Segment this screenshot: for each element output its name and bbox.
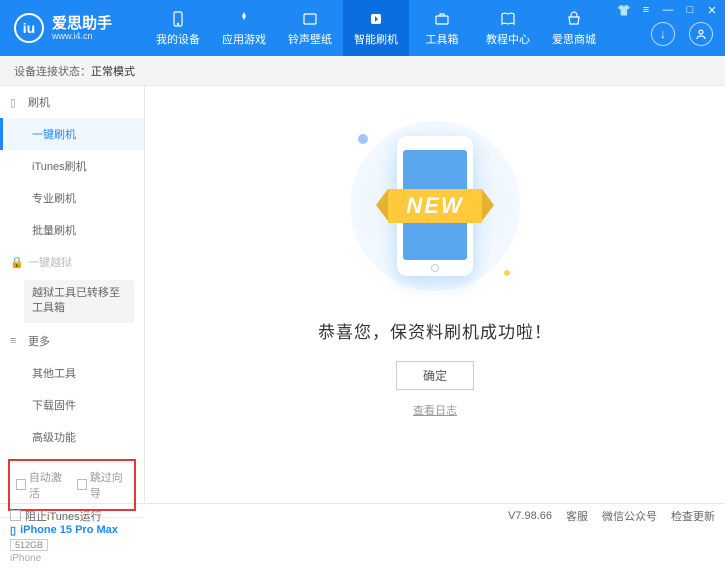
nav-label: 铃声壁纸 <box>288 31 332 47</box>
status-label: 设备连接状态： <box>14 63 91 79</box>
phone-icon: ▯ <box>10 96 22 109</box>
nav-label: 应用游戏 <box>222 31 266 47</box>
sidebar-item-other[interactable]: 其他工具 <box>0 357 144 389</box>
options-highlighted: 自动激活 跳过向导 <box>8 459 136 511</box>
checkbox-skip-guide[interactable]: 跳过向导 <box>77 469 128 501</box>
sidebar-item-pro[interactable]: 专业刷机 <box>0 182 144 214</box>
device-model: iPhone <box>10 553 134 564</box>
device-info: ▯ iPhone 15 Pro Max 512GB iPhone <box>0 517 144 570</box>
sidebar: ▯ 刷机 一键刷机 iTunes刷机 专业刷机 批量刷机 🔒 一键越狱 越狱工具… <box>0 86 145 503</box>
logo-area: iu 爱思助手 www.i4.cn <box>0 13 145 43</box>
section-label: 更多 <box>28 333 50 349</box>
footer-update[interactable]: 检查更新 <box>671 508 715 524</box>
device-name[interactable]: ▯ iPhone 15 Pro Max <box>10 524 134 537</box>
phone-icon: ▯ <box>10 524 16 537</box>
download-button[interactable]: ↓ <box>651 22 675 46</box>
logo-icon: iu <box>14 13 44 43</box>
window-controls: 👕 ≡ — □ ✕ <box>617 4 719 17</box>
success-illustration: NEW <box>330 116 540 296</box>
menu-icon[interactable]: ≡ <box>639 4 653 17</box>
success-message: 恭喜您，保资料刷机成功啦！ <box>318 318 552 343</box>
lock-icon: 🔒 <box>10 256 22 269</box>
checkbox-label: 自动激活 <box>29 469 67 501</box>
nav-label: 爱思商城 <box>552 31 596 47</box>
sidebar-section-jailbreak[interactable]: 🔒 一键越狱 <box>0 246 144 278</box>
nav-label: 教程中心 <box>486 31 530 47</box>
apps-icon <box>235 10 253 28</box>
new-banner: NEW <box>388 189 481 223</box>
minimize-icon[interactable]: — <box>661 4 675 17</box>
sidebar-section-more[interactable]: ≡ 更多 <box>0 325 144 357</box>
nav-label: 我的设备 <box>156 31 200 47</box>
device-storage: 512GB <box>10 539 48 551</box>
sidebar-item-itunes[interactable]: iTunes刷机 <box>0 150 144 182</box>
nav-apps[interactable]: 应用游戏 <box>211 0 277 56</box>
sidebar-item-oneclick[interactable]: 一键刷机 <box>0 118 144 150</box>
checkbox-block-itunes[interactable]: 阻止iTunes运行 <box>10 508 102 524</box>
maximize-icon[interactable]: □ <box>683 4 697 17</box>
section-label: 刷机 <box>28 94 50 110</box>
skin-icon[interactable]: 👕 <box>617 4 631 17</box>
list-icon: ≡ <box>10 335 22 347</box>
status-bar: 设备连接状态： 正常模式 <box>0 56 725 86</box>
sidebar-item-batch[interactable]: 批量刷机 <box>0 214 144 246</box>
ok-button[interactable]: 确定 <box>396 361 474 390</box>
app-header: iu 爱思助手 www.i4.cn 我的设备 应用游戏 铃声壁纸 智能刷机 工具… <box>0 0 725 56</box>
nav-my-device[interactable]: 我的设备 <box>145 0 211 56</box>
nav-smart-flash[interactable]: 智能刷机 <box>343 0 409 56</box>
nav-label: 工具箱 <box>426 31 459 47</box>
footer-support[interactable]: 客服 <box>566 508 588 524</box>
nav-tutorials[interactable]: 教程中心 <box>475 0 541 56</box>
book-icon <box>499 10 517 28</box>
user-button[interactable] <box>689 22 713 46</box>
flash-icon <box>367 10 385 28</box>
nav-toolbox[interactable]: 工具箱 <box>409 0 475 56</box>
footer-wechat[interactable]: 微信公众号 <box>602 508 657 524</box>
checkbox-label: 阻止iTunes运行 <box>25 508 102 524</box>
checkbox-auto-activate[interactable]: 自动激活 <box>16 469 67 501</box>
sidebar-section-flash[interactable]: ▯ 刷机 <box>0 86 144 118</box>
main-content: NEW 恭喜您，保资料刷机成功啦！ 确定 查看日志 <box>145 86 725 503</box>
section-label: 一键越狱 <box>28 254 72 270</box>
main-nav: 我的设备 应用游戏 铃声壁纸 智能刷机 工具箱 教程中心 爱思商城 <box>145 0 607 56</box>
nav-label: 智能刷机 <box>354 31 398 47</box>
nav-store[interactable]: 爱思商城 <box>541 0 607 56</box>
close-icon[interactable]: ✕ <box>705 4 719 17</box>
status-value: 正常模式 <box>91 63 135 79</box>
app-url: www.i4.cn <box>52 31 112 41</box>
image-icon <box>301 10 319 28</box>
toolbox-icon <box>433 10 451 28</box>
sidebar-item-advanced[interactable]: 高级功能 <box>0 421 144 453</box>
sidebar-item-download-fw[interactable]: 下载固件 <box>0 389 144 421</box>
version-text: V7.98.66 <box>508 510 552 522</box>
app-title: 爱思助手 <box>52 16 112 31</box>
jailbreak-note[interactable]: 越狱工具已转移至工具箱 <box>24 280 134 323</box>
phone-icon <box>169 10 187 28</box>
view-log-link[interactable]: 查看日志 <box>413 402 457 418</box>
checkbox-label: 跳过向导 <box>90 469 128 501</box>
nav-ringtones[interactable]: 铃声壁纸 <box>277 0 343 56</box>
store-icon <box>565 10 583 28</box>
